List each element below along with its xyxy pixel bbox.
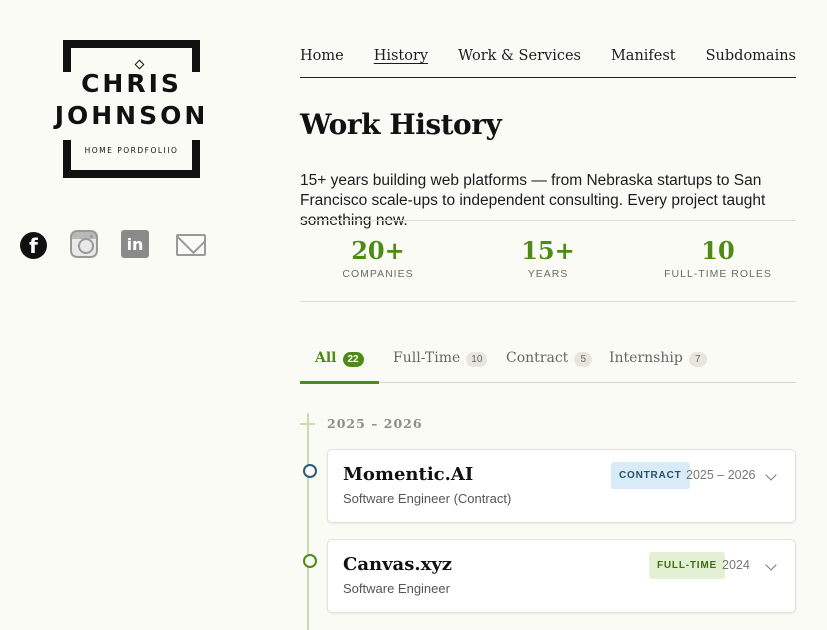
timeline-dot (303, 464, 317, 478)
logo-first-name: CHRIS (81, 69, 182, 98)
stat-roles-label: FULL-TIME ROLES (664, 268, 772, 280)
instagram-icon[interactable] (70, 230, 98, 258)
stat-years-label: YEARS (527, 268, 569, 280)
role-title: Software Engineer (343, 581, 450, 596)
main-nav: Home History Work & Services Manifest Su… (300, 40, 796, 78)
stat-companies-value: 20+ (351, 236, 405, 265)
mail-icon[interactable] (176, 234, 206, 256)
filter-tabs: All 22 Full-Time 10 Contract 5 Internshi… (300, 340, 796, 384)
stat-roles-value: 10 (701, 236, 735, 265)
type-badge: CONTRACT (611, 462, 690, 489)
role-title: Software Engineer (Contract) (343, 491, 512, 506)
tab-all-label: All (315, 350, 337, 366)
chevron-down-icon[interactable] (765, 559, 777, 571)
tab-full-time-label: Full-Time (393, 350, 461, 366)
tab-all[interactable]: All 22 (315, 340, 364, 383)
linkedin-icon[interactable]: in (121, 230, 149, 258)
tab-contract-label: Contract (506, 350, 569, 366)
date-range: 2025 – 2026 (686, 468, 756, 482)
nav-manifest[interactable]: Manifest (611, 48, 676, 64)
nav-home[interactable]: Home (300, 48, 344, 64)
tab-internship-label: Internship (609, 350, 683, 366)
facebook-icon[interactable]: f (20, 232, 47, 259)
timeline-card[interactable]: Canvas.xyz Software Engineer FULL-TIME 2… (327, 539, 796, 613)
company-name: Momentic.AI (343, 464, 474, 485)
stat-years: 15+ YEARS (468, 235, 628, 280)
stat-companies-label: COMPANIES (342, 268, 414, 280)
tab-all-count: 22 (342, 352, 364, 367)
nav-work-services[interactable]: Work & Services (458, 48, 581, 64)
timeline-dot (303, 554, 317, 568)
stat-roles: 10 FULL-TIME ROLES (638, 235, 798, 280)
timeline-year-tick (300, 423, 315, 425)
tab-full-time-count: 10 (466, 352, 488, 367)
stat-companies: 20+ COMPANIES (298, 235, 458, 280)
tab-contract[interactable]: Contract 5 (506, 340, 593, 383)
year-group-heading: 2025 – 2026 (327, 416, 423, 431)
tab-internship-count: 7 (688, 352, 707, 367)
stats-bar: 20+ COMPANIES 15+ YEARS 10 FULL-TIME ROL… (300, 220, 796, 302)
nav-history[interactable]: History (374, 48, 428, 64)
date-range: 2024 (722, 558, 750, 572)
active-tab-indicator (300, 381, 379, 384)
tab-full-time[interactable]: Full-Time 10 (393, 340, 488, 383)
logo-last-name: JOHNSON (54, 101, 209, 130)
timeline-line (307, 413, 309, 630)
type-badge: FULL-TIME (649, 552, 725, 579)
stat-years-value: 15+ (521, 236, 575, 265)
nav-subdomains[interactable]: Subdomains (706, 48, 796, 64)
page-title: Work History (300, 108, 502, 141)
tab-internship[interactable]: Internship 7 (609, 340, 707, 383)
timeline-card[interactable]: Momentic.AI Software Engineer (Contract)… (327, 449, 796, 523)
instagram-icon-band (72, 232, 96, 239)
chevron-down-icon[interactable] (765, 469, 777, 481)
tab-contract-count: 5 (574, 352, 593, 367)
diamond-icon (134, 59, 145, 70)
logo-tagline: HOME PORDFOLIIO (84, 146, 179, 155)
company-name: Canvas.xyz (343, 554, 453, 575)
